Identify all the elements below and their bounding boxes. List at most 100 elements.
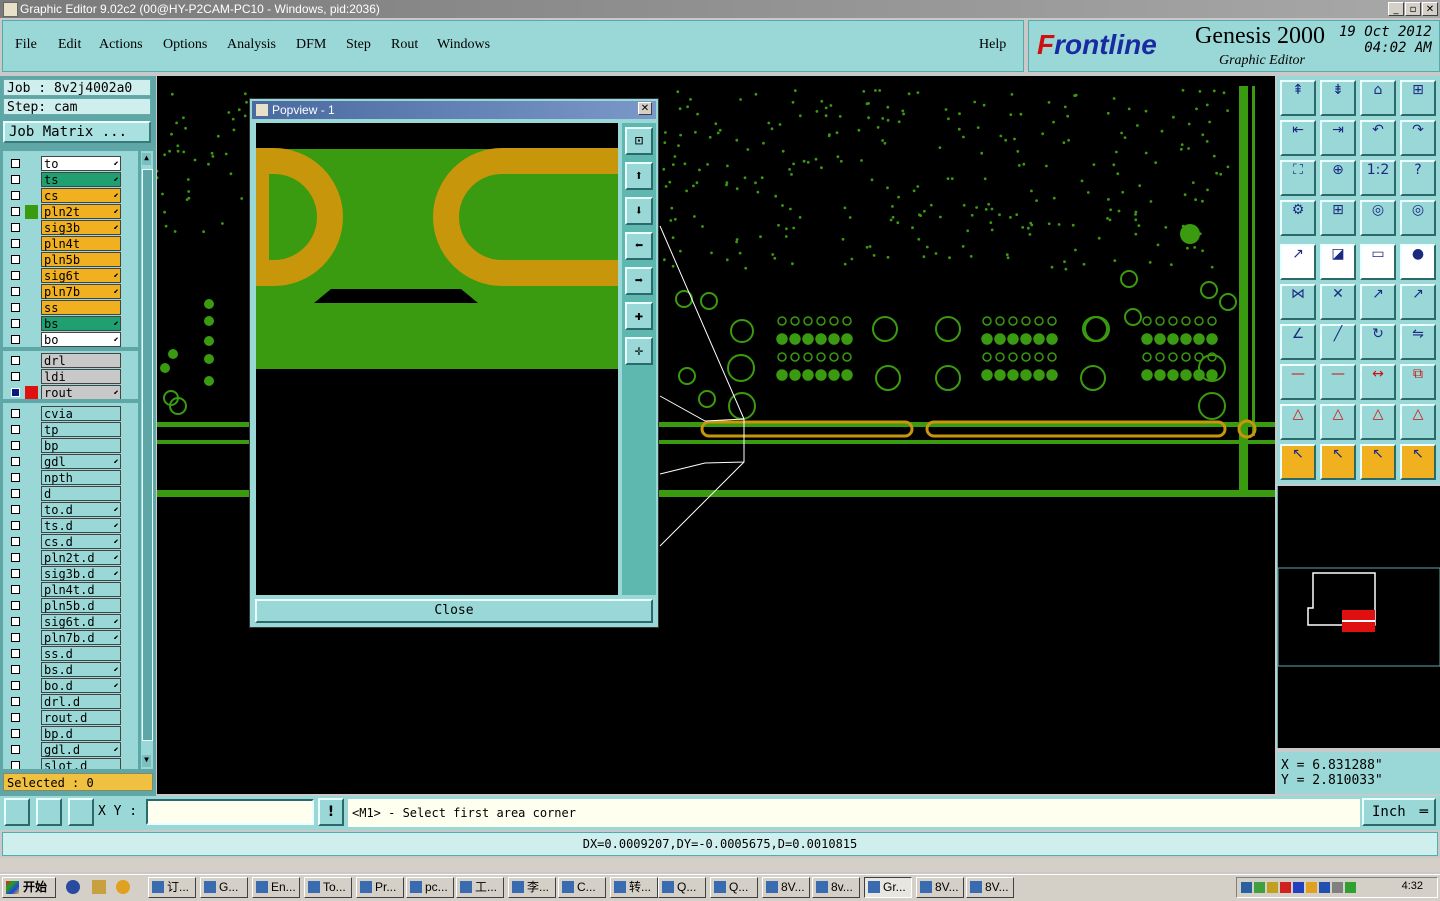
layer-checkbox[interactable] [11,319,20,328]
grid-icon[interactable]: ⊞ [1320,200,1356,236]
alert-icon[interactable]: ! [318,798,344,826]
layer-row[interactable]: bs ⬋ [3,316,138,332]
zoom-next-icon[interactable]: ↷ [1400,120,1436,156]
taskbar-button[interactable]: 8V... [762,877,810,898]
taskbar-button[interactable]: Q... [710,877,758,898]
scale-1-2-icon[interactable]: 1:2 [1360,160,1396,196]
layer-row[interactable]: pln5b.d [3,598,138,614]
layer-name[interactable]: slot.d [41,758,121,769]
popview-zoom-home-icon[interactable]: ⊡ [625,127,653,155]
layer-name[interactable]: cvia [41,406,121,421]
layer-checkbox[interactable] [11,473,20,482]
layer-row[interactable]: cvia [3,406,138,422]
layer-row[interactable]: bp.d [3,726,138,742]
layer-checkbox[interactable] [11,617,20,626]
layer-row[interactable]: tp [3,422,138,438]
layer-name[interactable]: bs ⬋ [41,316,121,331]
popview-zoom-in-icon[interactable]: ✚ [625,302,653,330]
layer-row[interactable]: pln7b ⬋ [3,284,138,300]
cut-icon[interactable]: — [1320,364,1356,400]
layer-checkbox[interactable] [11,388,20,397]
layer-row[interactable]: gdl ⬋ [3,454,138,470]
layer-name[interactable]: drl [41,353,121,368]
menu-dfm[interactable]: DFM [296,37,326,53]
window-title-bar[interactable]: Graphic Editor 9.02c2 (00@HY-P2CAM-PC10 … [0,0,1440,18]
layer-row[interactable]: ss.d [3,646,138,662]
pan-right-icon[interactable]: ⇥ [1320,120,1356,156]
measure-icon[interactable]: ▭ [1360,244,1396,280]
taskbar-button[interactable]: 8V... [966,877,1014,898]
layer-name[interactable]: bp.d [41,726,121,741]
layer-name[interactable]: ldi [41,369,121,384]
layer-name[interactable]: sig3b.d ⬋ [41,566,121,581]
tri-resize-icon[interactable]: △ [1400,404,1436,440]
layer-checkbox[interactable] [11,633,20,642]
layer-checkbox[interactable] [11,505,20,514]
split-icon[interactable]: ⇋ [1400,324,1436,360]
tri-edit-icon[interactable]: △ [1320,404,1356,440]
layer-row[interactable]: pln2t.d ⬋ [3,550,138,566]
taskbar-button[interactable]: En... [252,877,300,898]
layer-name[interactable]: gdl ⬋ [41,454,121,469]
menu-step[interactable]: Step [346,37,371,53]
popview-canvas[interactable] [256,123,618,595]
layer-checkbox[interactable] [11,335,20,344]
layer-name[interactable]: bo.d ⬋ [41,678,121,693]
quicklaunch-desktop-icon[interactable] [92,880,106,894]
draw-line-icon[interactable]: ◪ [1320,244,1356,280]
taskbar-button[interactable]: 李... [508,877,556,898]
fit-icon[interactable]: ⛶ [1280,160,1316,196]
taskbar-button[interactable]: 8V... [916,877,964,898]
layer-row[interactable]: to.d ⬋ [3,502,138,518]
home-icon[interactable]: ⌂ [1360,80,1396,116]
pan-down-icon[interactable]: ⇟ [1320,80,1356,116]
layer-checkbox[interactable] [11,553,20,562]
layer-name[interactable]: d [41,486,121,501]
layer-checkbox[interactable] [11,372,20,381]
layer-row[interactable]: sig3b.d ⬋ [3,566,138,582]
select-lasso-icon[interactable]: ↖ [1360,444,1396,480]
grid-icon[interactable] [68,798,94,826]
tray-icon[interactable] [1332,882,1343,893]
units-selector[interactable]: Inch ═ [1362,798,1436,826]
layer-name[interactable]: ss.d [41,646,121,661]
layer-name[interactable]: ts ⬋ [41,172,121,187]
layer-checkbox[interactable] [11,585,20,594]
snap-icon[interactable] [4,798,30,826]
connect-icon[interactable]: ⋈ [1280,284,1316,320]
layer-row[interactable]: cs.d ⬋ [3,534,138,550]
layer-checkbox[interactable] [11,425,20,434]
taskbar-button[interactable]: 工... [456,877,504,898]
layer-name[interactable]: tp [41,422,121,437]
layer-row[interactable]: bo ⬋ [3,332,138,348]
tray-icon[interactable] [1241,882,1252,893]
taskbar-button[interactable]: Q... [658,877,706,898]
layer-checkbox[interactable] [11,489,20,498]
layer-checkbox[interactable] [11,356,20,365]
xy-input[interactable] [146,799,314,825]
angle-icon[interactable]: ∠ [1280,324,1316,360]
minimize-button[interactable]: _ [1388,2,1404,16]
menu-help[interactable]: Help [979,37,1006,53]
zoom-prev-icon[interactable]: ↶ [1360,120,1396,156]
delete-icon[interactable]: ✕ [1320,284,1356,320]
tray-icon[interactable] [1254,882,1265,893]
layer-checkbox[interactable] [11,537,20,546]
layer-row[interactable]: pln4t.d [3,582,138,598]
layer-row[interactable]: ts.d ⬋ [3,518,138,534]
layer-name[interactable]: pln7b.d ⬋ [41,630,121,645]
popview-pan-down-icon[interactable]: ⬇ [625,197,653,225]
layer-row[interactable]: drl.d [3,694,138,710]
layer-row[interactable]: ss [3,300,138,316]
layer-name[interactable]: gdl.d ⬋ [41,742,121,757]
menu-analysis[interactable]: Analysis [227,37,276,53]
layer-checkbox[interactable] [11,303,20,312]
popview-pan-left-icon[interactable]: ⬅ [625,232,653,260]
pan-left-icon[interactable]: ⇤ [1280,120,1316,156]
layers-toggle-icon[interactable]: ◎ [1360,200,1396,236]
taskbar-button[interactable]: 转... [610,877,658,898]
layer-checkbox[interactable] [11,729,20,738]
layer-checkbox[interactable] [11,255,20,264]
layer-row[interactable]: d [3,486,138,502]
layer-checkbox[interactable] [11,761,20,769]
